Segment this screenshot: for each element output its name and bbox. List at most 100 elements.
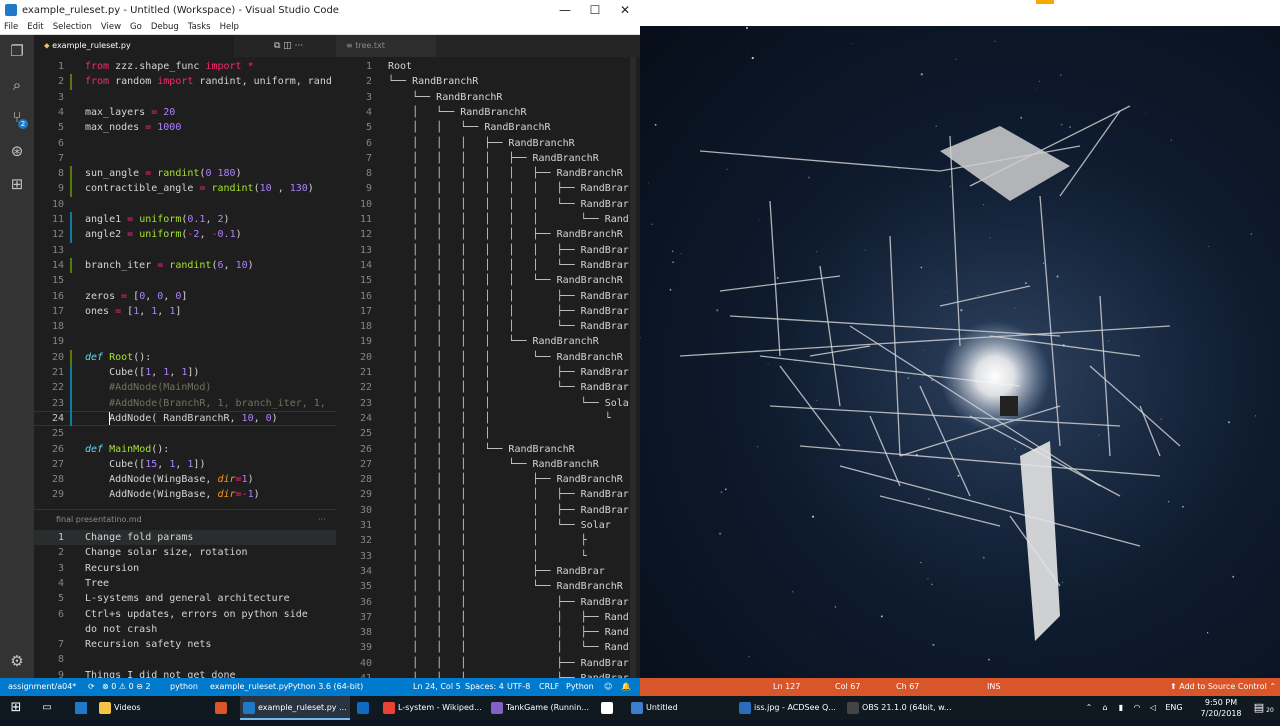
blue-app-icon[interactable]: [70, 696, 92, 720]
minimize-button[interactable]: —: [550, 3, 580, 17]
taskbar-item-0[interactable]: Videos: [96, 696, 206, 720]
maximize-button[interactable]: ☐: [580, 3, 610, 17]
python-interpreter[interactable]: Python 3.6 (64-bit): [288, 678, 363, 696]
line-number: 36: [359, 596, 372, 608]
tree-text: │ │ │ │ └── RandBranchR: [388, 334, 599, 349]
language-mode-left[interactable]: python: [170, 678, 198, 696]
line-endings[interactable]: CRLF: [539, 678, 559, 696]
taskbar-item-1[interactable]: [212, 696, 234, 720]
star: [1227, 421, 1231, 424]
editor-actions[interactable]: ⧉ ◫ ···: [274, 35, 303, 57]
language-indicator[interactable]: ENG: [1162, 696, 1186, 720]
line-number: 10: [359, 198, 372, 210]
viewer-top-bar: [640, 0, 1280, 26]
tree-text: │ │ │ ├── RandBrar: [388, 656, 629, 671]
menu-go[interactable]: Go: [130, 22, 142, 32]
star: [927, 578, 929, 580]
tree-node-name: Root: [388, 61, 413, 72]
language-mode[interactable]: Python: [566, 678, 594, 696]
tree-line: 32 │ │ │ │ ├: [336, 533, 634, 548]
taskbar-item-6[interactable]: [598, 696, 620, 720]
star: [1254, 415, 1257, 417]
menu-file[interactable]: File: [4, 22, 18, 32]
star: [680, 253, 682, 255]
encoding[interactable]: UTF-8: [507, 678, 530, 696]
tab-example-ruleset[interactable]: ⬥ example_ruleset.py: [34, 35, 234, 57]
wifi-icon[interactable]: ◠: [1130, 696, 1144, 720]
taskbar-item-9[interactable]: OBS 21.1.0 (64bit, w...: [844, 696, 952, 720]
tree-branch-glyphs: │ │ │ │ ├──: [388, 489, 581, 501]
taskbar-item-label: OBS 21.1.0 (64bit, w...: [862, 703, 952, 712]
taskbar-item-label: example_ruleset.py ...: [258, 703, 347, 712]
tree-text: │ │ │ │ ├── RandBranchR: [388, 151, 599, 166]
cursor-position[interactable]: Ln 24, Col 5: [413, 678, 461, 696]
feedback-icon[interactable]: ☺: [604, 678, 612, 696]
tree-text: │ │ │ │ │ │ └── RandI: [388, 212, 634, 227]
clock-date: 7/20/2018: [1200, 709, 1242, 718]
notification-count: 20: [1266, 707, 1274, 714]
star: [960, 309, 963, 312]
line-number: 37: [359, 611, 372, 623]
tree-text: │ │ │ │ └── RandBrar: [388, 380, 629, 395]
menu-help[interactable]: Help: [220, 22, 239, 32]
menu-edit[interactable]: Edit: [27, 22, 43, 32]
star: [1056, 275, 1059, 278]
tree-text: │ │ │ ├── RandBranchR: [388, 472, 623, 487]
tree-node-name: RandBranchR: [412, 76, 479, 88]
add-to-source-control[interactable]: ⬆ Add to Source Control ⌃: [1170, 678, 1276, 696]
sync-icon[interactable]: ⟳: [88, 678, 95, 696]
notifications-bell-icon[interactable]: 🔔: [621, 678, 631, 696]
app-icon: [631, 702, 643, 714]
star: [1182, 505, 1184, 508]
viewer-col: Col 67: [835, 682, 861, 691]
taskbar-item-2[interactable]: example_ruleset.py ...: [240, 696, 350, 720]
menu-debug[interactable]: Debug: [151, 22, 179, 32]
network-icon[interactable]: ⌂: [1098, 696, 1112, 720]
tree-branch-glyphs: │ │ │ │ └──: [388, 642, 605, 654]
taskbar-item-8[interactable]: iss.jpg - ACDSee Q...: [736, 696, 838, 720]
tree-branch-glyphs: │ │ │ │ │ └──: [388, 275, 557, 287]
tree-line: 39 │ │ │ │ └── RandI: [336, 640, 634, 655]
line-number: 2: [365, 76, 372, 88]
tree-line: 16 │ │ │ │ │ ├── RandBrar: [336, 289, 634, 304]
close-button[interactable]: ✕: [610, 3, 640, 17]
star: [1038, 80, 1041, 82]
taskbar-item-label: Untitled: [646, 703, 678, 712]
git-branch[interactable]: assignment/a04*: [8, 678, 76, 696]
tree-text: │ │ │ │ ├── RandI: [388, 610, 634, 625]
tree-line: 8 │ │ │ │ │ ├── RandBranchR: [336, 166, 634, 181]
menu-view[interactable]: View: [101, 22, 121, 32]
menu-tasks[interactable]: Tasks: [188, 22, 211, 32]
status-bar: assignment/a04* ⟳ ⊗ 0 ⚠ 0 ⊖ 2 python exa…: [0, 678, 640, 696]
tree-branch-glyphs: │ │ │ │ │ │ └──: [388, 259, 581, 271]
tab-tree-txt[interactable]: ≡ tree.txt: [336, 35, 436, 57]
tree-line: 38 │ │ │ │ ├── RandI: [336, 625, 634, 640]
volume-icon[interactable]: ◁: [1146, 696, 1160, 720]
taskbar-item-7[interactable]: Untitled: [628, 696, 728, 720]
tree-editor[interactable]: 1 Root 2 └── RandBranchR 3 └── RandBranchR 4 …: [0, 57, 640, 678]
tree-line: 29 │ │ │ │ ├── RandBrar: [336, 487, 634, 502]
tree-text: │ └── RandBranchR: [388, 105, 526, 120]
star: [791, 591, 794, 593]
tree-scrollbar[interactable]: [630, 57, 636, 678]
tray-overflow-icon[interactable]: ⌃: [1082, 696, 1096, 720]
indentation[interactable]: Spaces: 4: [465, 678, 504, 696]
game-viewport[interactable]: Ln 127 Col 67 Ch 67 INS ⬆ Add to Source …: [640, 0, 1280, 696]
app-icon: [601, 702, 613, 714]
tree-branch-glyphs: │ │ │ ├──: [388, 596, 581, 608]
problems-indicator[interactable]: ⊗ 0 ⚠ 0 ⊖ 2: [102, 678, 151, 696]
battery-icon[interactable]: ▮: [1114, 696, 1128, 720]
tree-branch-glyphs: │ │ │ │ │ └──: [388, 321, 581, 333]
line-number: 9: [365, 183, 372, 195]
task-view-icon[interactable]: ▭: [36, 696, 58, 720]
star: [767, 363, 769, 365]
menu-selection[interactable]: Selection: [53, 22, 92, 32]
start-button[interactable]: ⊞: [4, 696, 28, 720]
taskbar-item-5[interactable]: TankGame (Runnin...: [488, 696, 590, 720]
clock[interactable]: 9:50 PM 7/20/2018: [1196, 696, 1246, 720]
line-number: 41: [336, 671, 372, 678]
taskbar-item-3[interactable]: [354, 696, 376, 720]
line-number: 27: [359, 458, 372, 470]
vscode-window: example_ruleset.py - Untitled (Workspace…: [0, 0, 640, 696]
taskbar-item-4[interactable]: L-system - Wikiped...: [380, 696, 482, 720]
